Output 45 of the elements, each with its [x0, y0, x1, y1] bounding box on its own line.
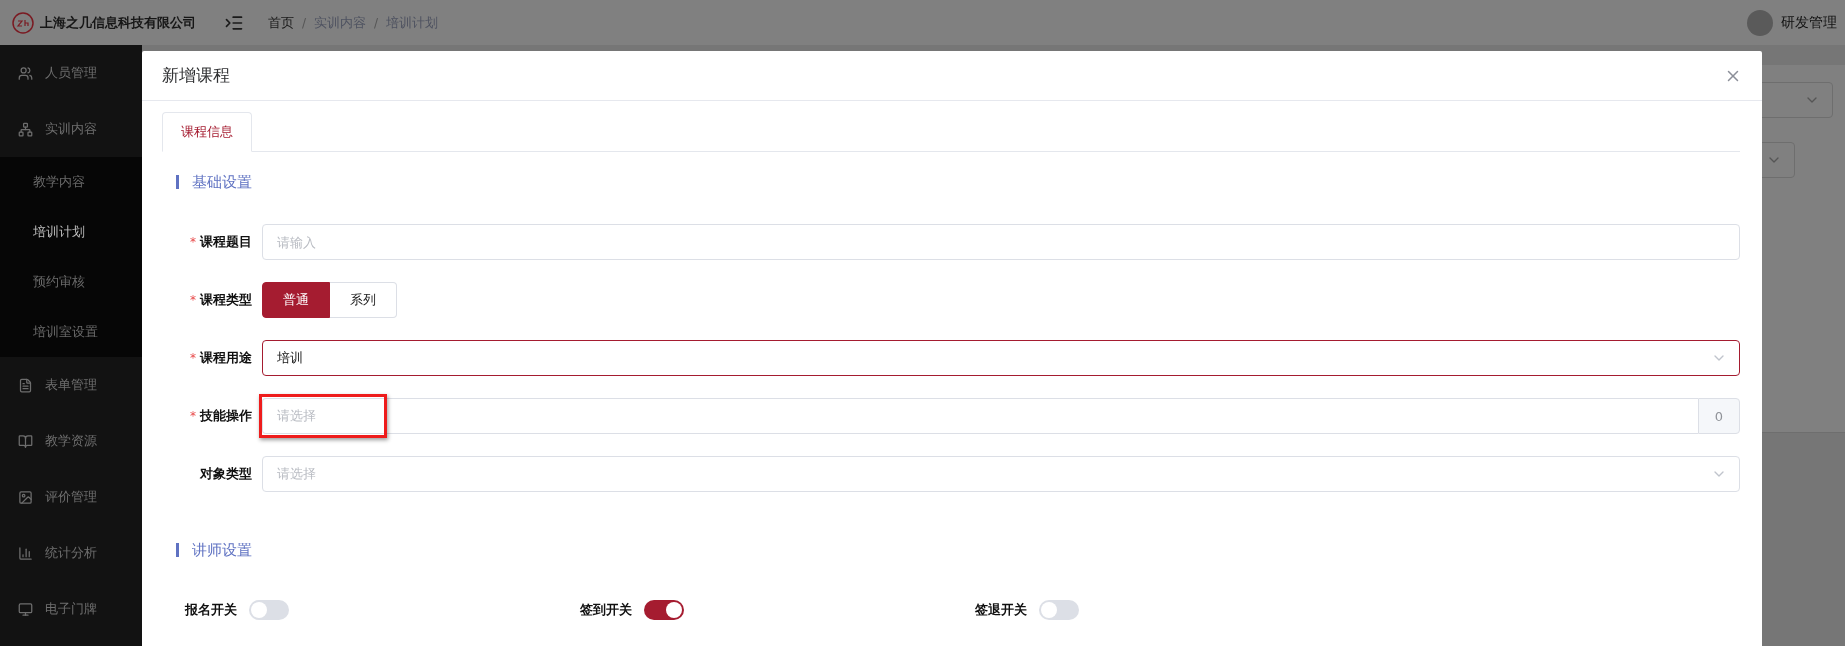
section-title: 基础设置 — [192, 172, 252, 192]
count-badge: 0 — [1698, 398, 1740, 434]
text-input[interactable]: 请输入 — [262, 224, 1740, 260]
logo-icon — [12, 11, 34, 34]
submenu-item[interactable]: 预约审核 — [0, 257, 142, 307]
toggle-switch[interactable] — [1039, 600, 1079, 620]
dialog-title: 新增课程 — [162, 64, 230, 87]
tab[interactable]: 课程信息 — [162, 112, 252, 152]
section-marker — [176, 543, 179, 557]
toggle-switch[interactable] — [644, 600, 684, 620]
switch-label: 签退开关 — [975, 601, 1027, 619]
field-label: 课程题目 — [200, 233, 252, 251]
section-marker — [176, 175, 179, 189]
field-label: 课程类型 — [200, 291, 252, 309]
bar-chart-icon — [18, 545, 33, 561]
switch-label: 签到开关 — [580, 601, 632, 619]
users-icon — [18, 65, 33, 81]
avatar[interactable] — [1747, 9, 1773, 36]
monitor-icon — [18, 601, 33, 617]
submenu-item[interactable]: 教学内容 — [0, 157, 142, 207]
section-title: 讲师设置 — [192, 540, 252, 560]
select-field[interactable]: 培训 — [262, 340, 1740, 376]
submenu-item[interactable]: 培训室设置 — [0, 307, 142, 357]
radio-button[interactable]: 系列 — [330, 282, 397, 318]
required-mark: * — [190, 293, 196, 307]
radio-button[interactable]: 普通 — [262, 282, 330, 318]
breadcrumb-link[interactable]: 首页 — [268, 13, 294, 32]
document-icon — [18, 377, 33, 393]
breadcrumb-separator: / — [374, 15, 379, 30]
image-icon — [18, 489, 33, 505]
field-label: 技能操作 — [200, 407, 252, 425]
user-name[interactable]: 研发管理 — [1781, 13, 1837, 32]
book-icon — [18, 433, 33, 449]
field-label: 课程用途 — [200, 349, 252, 367]
breadcrumb-separator: / — [302, 15, 307, 30]
submenu-item[interactable]: 培训计划 — [0, 207, 142, 257]
field-label: 对象类型 — [200, 465, 252, 483]
switch-label: 报名开关 — [185, 601, 237, 619]
hierarchy-icon — [18, 121, 33, 137]
select-field[interactable]: 请选择 — [262, 456, 1740, 492]
toggle-switch[interactable] — [249, 600, 289, 620]
required-mark: * — [190, 351, 196, 365]
company-name: 上海之几信息科技有限公司 — [40, 13, 196, 32]
required-mark: * — [190, 409, 196, 423]
required-mark: * — [190, 235, 196, 249]
